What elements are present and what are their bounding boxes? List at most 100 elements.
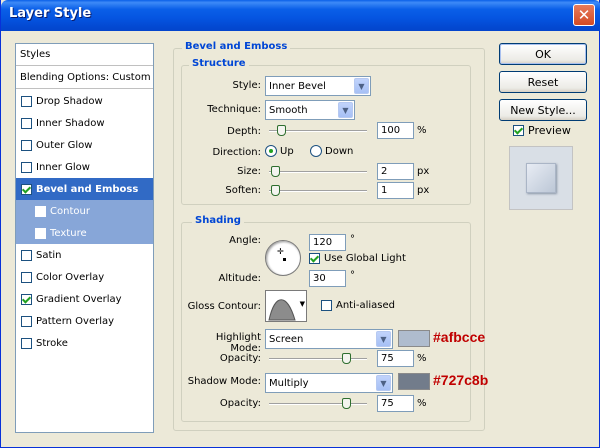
ok-label: OK (535, 47, 551, 61)
chevron-down-icon[interactable]: ▼ (376, 375, 391, 391)
style-item-label: Inner Shadow (36, 117, 105, 129)
soften-slider[interactable] (269, 185, 367, 196)
style-item-pattern-overlay[interactable]: Pattern Overlay (16, 310, 153, 332)
shading-title: Shading (192, 215, 244, 226)
technique-select-value: Smooth (269, 104, 308, 116)
chevron-down-icon[interactable]: ▼ (338, 102, 353, 118)
soften-slider-thumb[interactable] (271, 185, 280, 196)
shadow-mode-value: Multiply (269, 377, 309, 389)
blending-options-label: Blending Options: Custom (20, 72, 151, 83)
angle-wheel[interactable]: ✛ (265, 240, 301, 276)
highlight-opacity-thumb[interactable] (342, 353, 351, 364)
gloss-contour-picker[interactable]: ▼ (265, 290, 307, 322)
structure-title: Structure (189, 58, 249, 69)
style-item-stroke[interactable]: Stroke (16, 332, 153, 354)
angle-label: Angle: (229, 235, 261, 246)
direction-label: Direction: (212, 147, 261, 158)
altitude-input[interactable]: 30 (309, 270, 346, 287)
altitude-value: 30 (313, 273, 326, 284)
chevron-down-icon[interactable]: ▼ (354, 78, 369, 94)
style-preview (509, 146, 573, 210)
direction-up-radio[interactable]: Up (265, 145, 294, 157)
style-item-inner-glow[interactable]: Inner Glow (16, 156, 153, 178)
outer-glow-checkbox[interactable] (21, 139, 32, 151)
bevel-emboss-checkbox[interactable] (21, 183, 32, 195)
shadow-opacity-slider[interactable] (269, 398, 367, 409)
style-item-inner-shadow[interactable]: Inner Shadow (16, 112, 153, 134)
soften-value: 1 (381, 185, 388, 196)
anti-aliased[interactable]: Anti-aliased (321, 300, 395, 311)
close-button[interactable]: ✕ (573, 4, 595, 26)
style-label: Style: (232, 80, 262, 91)
shadow-opacity-input[interactable]: 75 (377, 395, 414, 412)
soften-input[interactable]: 1 (377, 182, 414, 199)
style-item-bevel-and-emboss[interactable]: Bevel and Emboss (16, 178, 153, 200)
color-overlay-checkbox[interactable] (21, 271, 32, 283)
anti-aliased-checkbox[interactable] (321, 300, 332, 311)
altitude-unit: ° (350, 270, 355, 281)
global-light-checkbox[interactable] (309, 253, 320, 264)
blending-options[interactable]: Blending Options: Custom (16, 67, 153, 89)
size-input[interactable]: 2 (377, 163, 414, 180)
inner-shadow-checkbox[interactable] (21, 117, 32, 129)
angle-input[interactable]: 120 (309, 234, 346, 251)
satin-checkbox[interactable] (21, 249, 32, 261)
preview-swatch (526, 163, 556, 193)
style-item-gradient-overlay[interactable]: Gradient Overlay (16, 288, 153, 310)
depth-slider-thumb[interactable] (277, 125, 286, 136)
reset-button[interactable]: Reset (499, 71, 587, 93)
style-item-texture[interactable]: Texture (16, 222, 153, 244)
highlight-opacity-input[interactable]: 75 (377, 350, 414, 367)
style-item-contour[interactable]: Contour (16, 200, 153, 222)
pattern-overlay-checkbox[interactable] (21, 315, 32, 327)
styles-header[interactable]: Styles (16, 44, 153, 66)
shadow-color-annotation: #727c8b (433, 372, 489, 388)
direction-down-radio[interactable]: Down (310, 145, 353, 157)
contour-checkbox[interactable] (35, 205, 46, 217)
shadow-mode-select[interactable]: Multiply ▼ (265, 373, 393, 393)
chevron-down-icon[interactable]: ▼ (300, 300, 305, 308)
highlight-color-swatch[interactable] (398, 330, 430, 347)
highlight-mode-select[interactable]: Screen ▼ (265, 329, 393, 349)
radio-up[interactable] (265, 145, 277, 157)
style-select[interactable]: Inner Bevel ▼ (265, 76, 371, 96)
light-crosshair-icon: ✛ (277, 247, 284, 256)
style-item-outer-glow[interactable]: Outer Glow (16, 134, 153, 156)
size-value: 2 (381, 166, 388, 177)
gloss-contour-label: Gloss Contour: (187, 301, 261, 312)
highlight-opacity-unit: % (417, 353, 427, 364)
shadow-opacity-thumb[interactable] (342, 398, 351, 409)
depth-unit: % (417, 125, 427, 136)
preview-toggle[interactable]: Preview (513, 124, 571, 137)
bevel-emboss-title: Bevel and Emboss (182, 41, 291, 52)
highlight-opacity-slider[interactable] (269, 353, 367, 364)
texture-checkbox[interactable] (35, 227, 46, 239)
size-slider[interactable] (269, 166, 367, 177)
chevron-down-icon[interactable]: ▼ (376, 331, 391, 347)
new-style-button[interactable]: New Style... (499, 99, 587, 121)
style-item-satin[interactable]: Satin (16, 244, 153, 266)
depth-input[interactable]: 100 (377, 122, 414, 139)
title-bar[interactable]: Layer Style ✕ (1, 0, 600, 31)
highlight-color-annotation: #afbcce (433, 329, 486, 345)
stroke-checkbox[interactable] (21, 337, 32, 349)
preview-label: Preview (528, 124, 571, 137)
radio-down[interactable] (310, 145, 322, 157)
style-item-drop-shadow[interactable]: Drop Shadow (16, 90, 153, 112)
shadow-color-swatch[interactable] (398, 373, 430, 390)
drop-shadow-checkbox[interactable] (21, 95, 32, 107)
shadow-opacity-value: 75 (381, 398, 394, 409)
depth-value: 100 (381, 125, 401, 136)
size-slider-thumb[interactable] (271, 166, 280, 177)
inner-glow-checkbox[interactable] (21, 161, 32, 173)
style-item-color-overlay[interactable]: Color Overlay (16, 266, 153, 288)
preview-checkbox[interactable] (513, 125, 524, 136)
use-global-light[interactable]: Use Global Light (309, 253, 406, 264)
ok-button[interactable]: OK (499, 43, 587, 65)
technique-select[interactable]: Smooth ▼ (265, 100, 355, 120)
style-item-label: Texture (50, 227, 87, 239)
depth-slider[interactable] (269, 125, 367, 136)
gradient-overlay-checkbox[interactable] (21, 293, 32, 305)
technique-label: Technique: (207, 104, 261, 115)
style-item-label: Bevel and Emboss (36, 183, 139, 195)
